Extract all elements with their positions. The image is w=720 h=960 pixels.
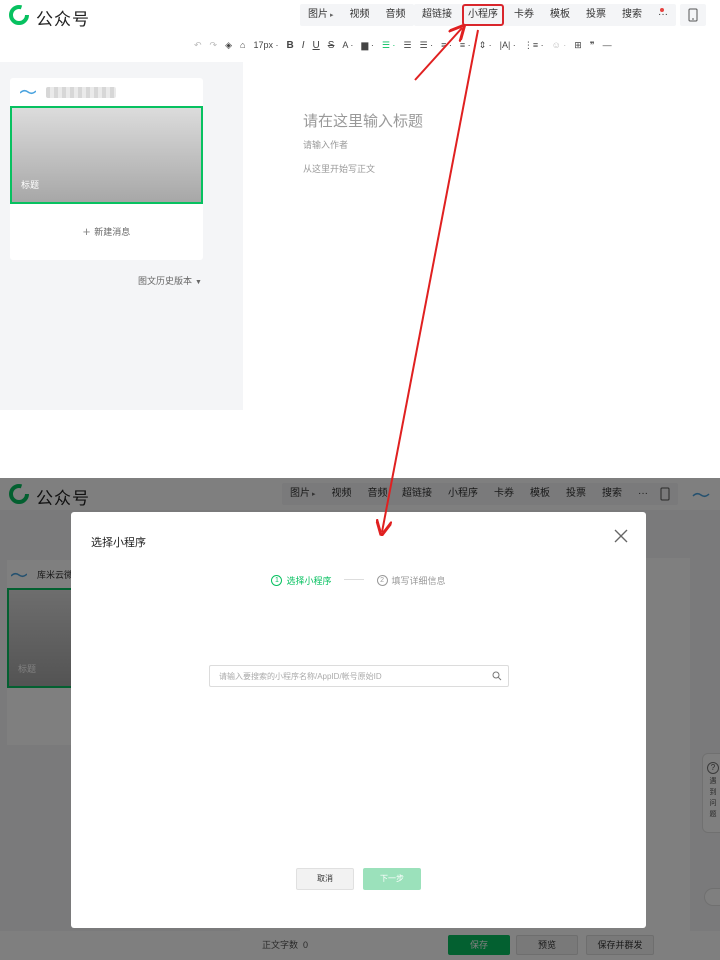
composite-screenshot: 公众号 图片 ▸ 视频 音频 超链接 小程序 卡券 模板 投票 搜索 ··· ↶… [0, 0, 720, 960]
font-size-select[interactable]: 17px · [249, 34, 282, 56]
close-icon[interactable] [613, 528, 629, 544]
letter-spacing-icon[interactable]: |A| · [496, 34, 520, 56]
article-cover[interactable]: 标题 [10, 106, 203, 204]
spacing-icon[interactable]: ⇕ · [475, 34, 496, 56]
brand-title: 公众号 [36, 10, 90, 29]
title-input[interactable]: 请在这里输入标题 [303, 110, 423, 131]
body-input[interactable]: 从这里开始写正文 [303, 162, 375, 175]
caret-down-icon: ▸ [330, 11, 334, 19]
step-separator [344, 579, 364, 581]
miniprogram-search-input[interactable] [210, 666, 480, 686]
background-color-icon[interactable]: ▆ · [357, 34, 377, 56]
article-editor: 请在这里输入标题 请输入作者 从这里开始写正文 [243, 62, 720, 410]
menu-video[interactable]: 视频 [342, 4, 378, 26]
clear-format-icon[interactable]: ⌂ [236, 34, 249, 56]
underline-button[interactable]: U [309, 34, 324, 57]
line-height-icon[interactable]: ≡ · [456, 34, 475, 56]
menu-hyperlink[interactable]: 超链接 [414, 4, 460, 26]
account-header [20, 85, 116, 99]
mobile-preview-button[interactable] [680, 4, 706, 26]
media-menu-group: 图片▸ 视频 音频 [300, 4, 414, 26]
miniprogram-dialog: 选择小程序 1选择小程序 2填写详细信息 取消 下一步 [71, 512, 646, 928]
miniprogram-search-box [209, 665, 509, 687]
editor-screenshot-top: 公众号 图片 ▸ 视频 音频 超链接 小程序 卡券 模板 投票 搜索 ··· ↶… [0, 0, 720, 410]
table-icon[interactable]: ⊞ [570, 34, 586, 56]
search-icon[interactable] [492, 671, 502, 681]
font-color-button[interactable]: A · [338, 34, 357, 56]
top-navbar: 公众号 图片 ▸ 视频 音频 超链接 小程序 卡券 模板 投票 搜索 ··· [0, 0, 720, 30]
notification-dot [660, 8, 664, 12]
article-card: 标题 + 新建消息 [10, 78, 203, 260]
undo-icon[interactable]: ↶ [190, 34, 206, 56]
wechat-logo-icon [9, 5, 29, 25]
account-avatar-icon [20, 89, 36, 95]
blurred-account-name [46, 86, 116, 98]
step-2: 2 填写详细信息 [376, 574, 446, 587]
align-left-icon[interactable]: ☰ · [378, 34, 400, 56]
emoji-icon[interactable]: ☺ · [548, 34, 571, 56]
cancel-button[interactable]: 取消 [296, 868, 354, 890]
new-message-button[interactable]: + 新建消息 [10, 224, 203, 239]
menu-coupon[interactable]: 卡券 [506, 4, 542, 26]
dialog-title: 选择小程序 [91, 537, 146, 549]
italic-button[interactable]: I [298, 34, 309, 57]
redo-icon[interactable]: ↷ [206, 34, 222, 56]
align-center-icon[interactable]: ☰ [399, 34, 415, 56]
author-input[interactable]: 请输入作者 [303, 138, 348, 151]
strikethrough-button[interactable]: S [324, 34, 339, 57]
format-toolbar: ↶ ↷ ◈ ⌂ 17px · B I U S A · ▆ · ☰ · ☰ ☰ ·… [190, 34, 720, 56]
miniprogram-dialog-screenshot: 公众号 图片▸ 视频 音频 超链接 小程序 卡券 模板 投票 搜索 ··· [0, 478, 720, 960]
step-indicator: 1 选择小程序 2 填写详细信息 [71, 574, 646, 587]
caret-down-icon: ▼ [195, 279, 202, 286]
list-icon[interactable]: ⋮≡ · [520, 34, 548, 56]
next-step-button[interactable]: 下一步 [363, 868, 421, 890]
menu-audio[interactable]: 音频 [378, 4, 414, 26]
divider-icon[interactable]: — [599, 34, 616, 56]
article-list-pane: 标题 + 新建消息 图文历史版本 ▼ [0, 62, 243, 410]
align-right-icon[interactable]: ☰ · [416, 34, 438, 56]
menu-template[interactable]: 模板 [542, 4, 578, 26]
bold-button[interactable]: B [282, 34, 297, 57]
format-painter-icon[interactable]: ◈ [221, 34, 236, 56]
cover-title: 标题 [21, 180, 40, 190]
quote-icon[interactable]: ❞ [586, 34, 599, 56]
menu-image[interactable]: 图片▸ [300, 4, 342, 27]
phone-icon [688, 8, 698, 22]
indent-icon[interactable]: ≡ · [437, 34, 456, 56]
menu-vote[interactable]: 投票 [578, 4, 614, 26]
menu-miniprogram[interactable]: 小程序 [462, 4, 504, 26]
menu-search[interactable]: 搜索 [614, 4, 650, 26]
insert-menu-group: 超链接 小程序 卡券 模板 投票 搜索 ··· [414, 4, 676, 26]
step-1: 1 选择小程序 [271, 574, 331, 587]
history-version-link[interactable]: 图文历史版本 ▼ [138, 274, 202, 287]
plus-icon: + [82, 224, 91, 239]
